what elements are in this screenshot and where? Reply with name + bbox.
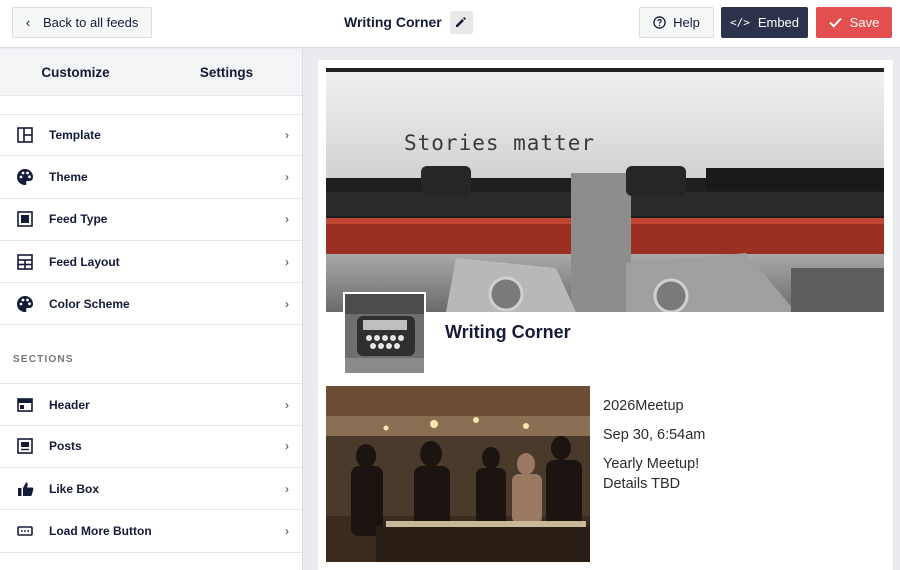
post-caption: 2026Meetup Sep 30, 6:54am Yearly Meetup!… [603,396,873,494]
help-circle-icon [653,16,666,29]
save-button[interactable]: Save [816,7,892,38]
layout-grid-icon [15,252,35,272]
feed-type-icon [15,209,35,229]
chevron-right-icon: › [285,254,289,269]
help-button[interactable]: Help [639,7,714,38]
checkmark-icon [828,17,842,28]
post-text-line: Details TBD [603,476,681,492]
tab-customize[interactable]: Customize [0,49,151,95]
sidebar-item-label: Feed Type [49,212,108,227]
sidebar-item-theme[interactable]: Theme › [0,156,302,199]
post-text-line: Yearly Meetup! [603,456,700,472]
feed-title-group: Writing Corner [344,10,473,34]
sidebar-item-label: Color Scheme [49,296,130,311]
cover-photo: Stories matter [326,68,884,312]
chevron-left-icon: ‹ [25,15,31,30]
chevron-right-icon: › [285,212,289,227]
customize-menu: Template › Theme › Feed Type › Feed Layo… [0,114,302,553]
help-label: Help [673,15,700,30]
cover-typed-text: Stories matter [404,131,595,155]
chevron-right-icon: › [285,524,289,539]
sidebar-tabs: Customize Settings [0,49,302,96]
chevron-right-icon: › [285,296,289,311]
embed-label: Embed [757,15,800,30]
sidebar-item-label: Feed Layout [49,254,120,269]
sidebar-item-feed-layout[interactable]: Feed Layout › [0,241,302,284]
chevron-right-icon: › [285,128,289,143]
chevron-right-icon: › [285,481,289,496]
code-icon: </> [729,16,750,29]
tab-settings[interactable]: Settings [151,49,302,95]
sidebar-item-label: Template [49,128,101,143]
post-hashtag[interactable]: 2026Meetup [603,396,873,416]
feed-title: Writing Corner [344,14,442,30]
edit-title-button[interactable] [449,10,473,34]
save-label: Save [849,15,880,30]
sidebar-item-color-scheme[interactable]: Color Scheme › [0,283,302,326]
chevron-right-icon: › [285,439,289,454]
profile-avatar [343,292,426,375]
top-bar: ‹ Back to all feeds Writing Corner Help … [0,0,900,48]
load-more-icon [15,521,35,541]
palette-icon [15,294,35,314]
sidebar-item-label: Theme [49,169,88,184]
sidebar-item-label: Like Box [49,481,100,496]
palette-icon [15,167,35,187]
sidebar-item-template[interactable]: Template › [0,114,302,157]
back-to-feeds-button[interactable]: ‹ Back to all feeds [12,7,152,38]
sections-heading: SECTIONS [13,353,74,365]
template-icon [15,125,35,145]
post-date: Sep 30, 6:54am [603,427,706,443]
sidebar-item-feed-type[interactable]: Feed Type › [0,199,302,241]
profile-name: Writing Corner [445,322,571,342]
posts-icon [15,436,35,456]
sidebar-item-posts[interactable]: Posts › [0,426,302,469]
sidebar-item-header[interactable]: Header › [0,383,302,426]
post-image[interactable] [326,386,590,562]
thumbs-up-icon [15,479,35,499]
sidebar-item-load-more[interactable]: Load More Button › [0,510,302,553]
sidebar-item-like-box[interactable]: Like Box › [0,468,302,511]
chevron-right-icon: › [285,397,289,412]
feed-preview: Stories matter Writing Corner 2026Meetup… [318,60,893,570]
pencil-icon [456,17,467,27]
sidebar-item-label: Posts [49,439,82,454]
chevron-right-icon: › [285,169,289,184]
sidebar-item-label: Header [49,397,90,412]
customizer-sidebar: Customize Settings Template › Theme › Fe… [0,49,303,570]
sidebar-item-label: Load More Button [49,524,152,539]
header-icon [15,395,35,415]
back-button-label: Back to all feeds [43,15,139,30]
embed-button[interactable]: </> Embed [721,7,808,38]
